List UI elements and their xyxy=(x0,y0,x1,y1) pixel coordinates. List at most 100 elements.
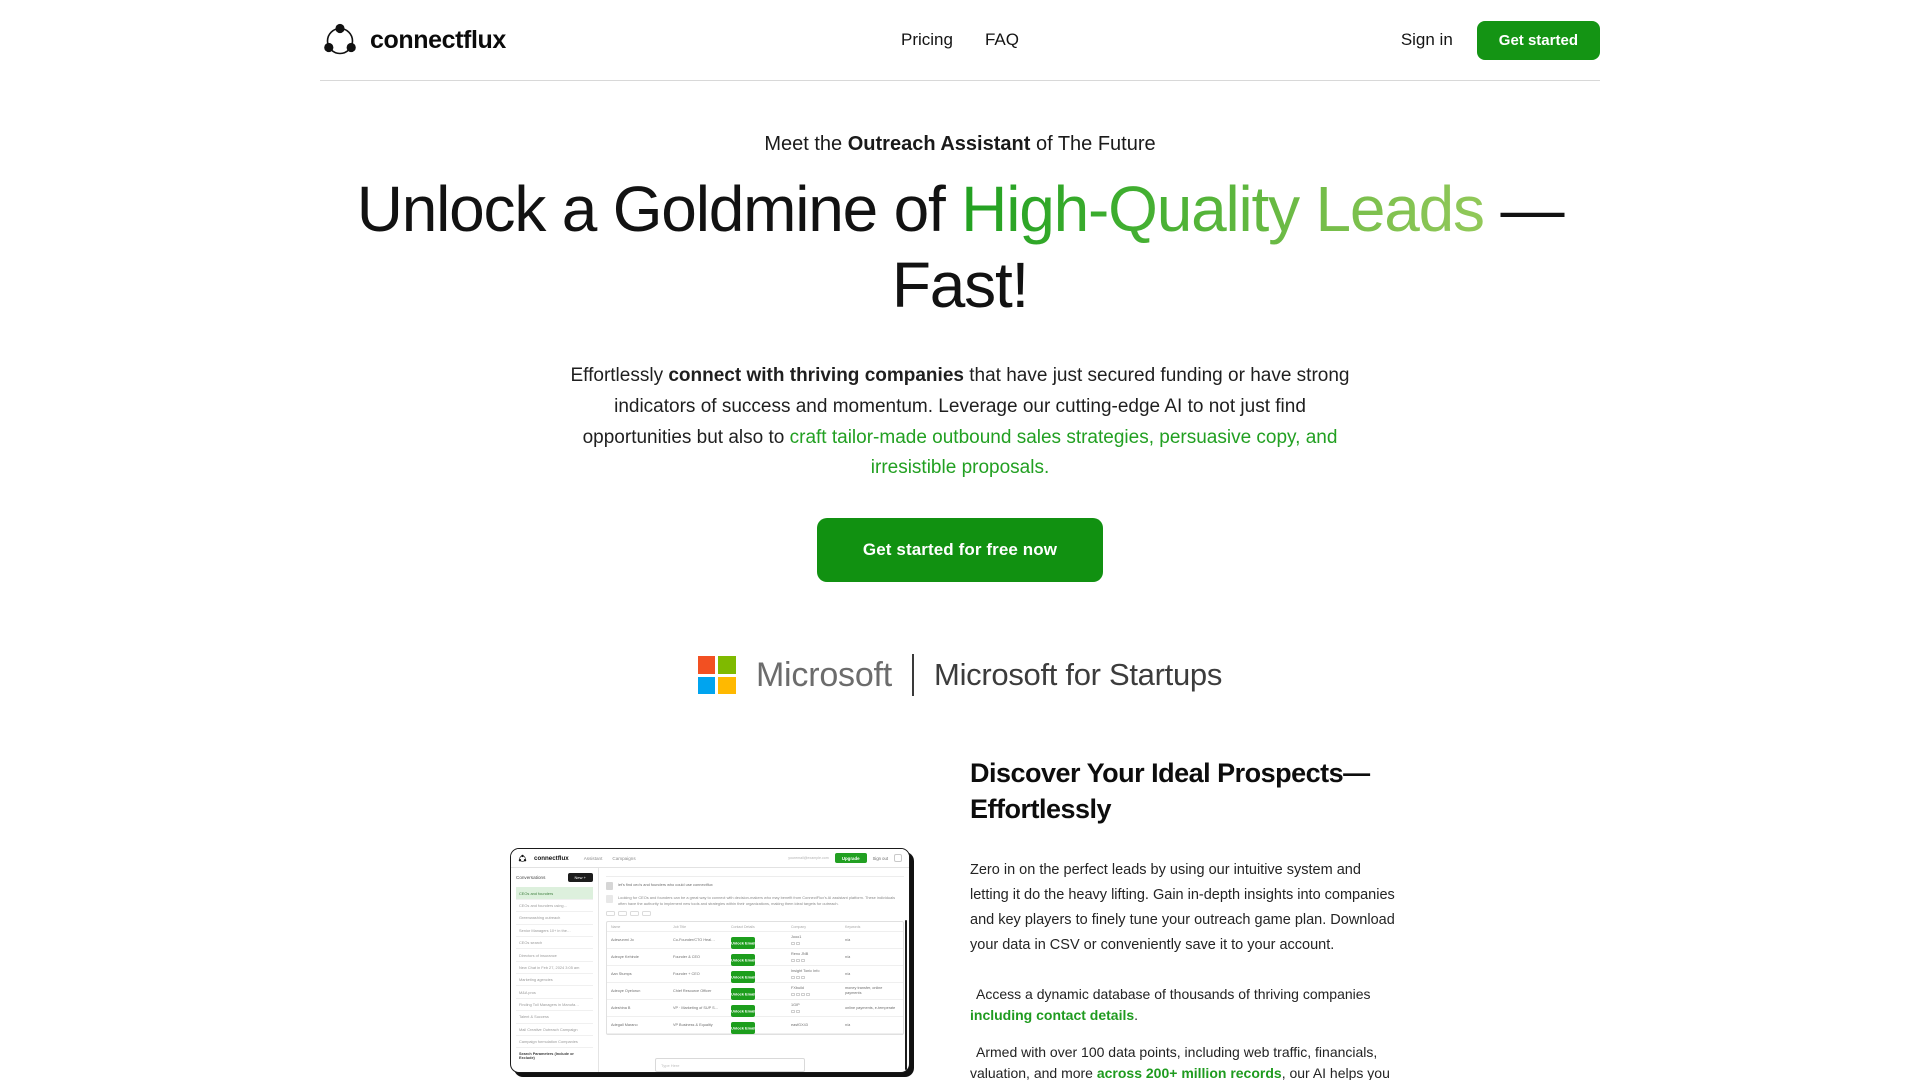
phone-icon[interactable] xyxy=(791,992,795,997)
nav-link-pricing[interactable]: Pricing xyxy=(901,30,953,50)
social-icons xyxy=(791,992,845,997)
get-started-free-button[interactable]: Get started for free now xyxy=(816,518,1104,583)
list-item[interactable]: Senior Managers 10+ in the… xyxy=(516,925,593,937)
cell-name: Adewunmi Jo xyxy=(611,937,634,942)
hero-eyebrow-bold: Outreach Assistant xyxy=(847,133,1031,155)
mockup-header: connectflux Assistant Campaigns youremai… xyxy=(511,849,909,869)
globe-icon[interactable] xyxy=(801,992,805,997)
filter-pill[interactable] xyxy=(606,911,615,917)
cell-company: FXbuild xyxy=(791,986,845,997)
table-row: Aan Stumps Founder + CEO Unlock Email In… xyxy=(607,965,903,984)
feature-list: Access a dynamic database of thousands o… xyxy=(970,984,1400,1080)
mockup-filter-pills xyxy=(606,911,904,917)
mockup-search-parameters-label[interactable]: Search Parameters (Include or Exclude) xyxy=(516,1052,593,1060)
hero-section: Meet the Outreach Assistant of The Futur… xyxy=(320,81,1600,697)
cell-company-text: Insight Tonic Info xyxy=(791,969,820,974)
app-mockup: connectflux Assistant Campaigns youremai… xyxy=(510,848,910,1074)
mockup-search-input[interactable] xyxy=(606,872,904,878)
mockup-sidebar-title: Conversations xyxy=(516,875,546,881)
filter-pill[interactable] xyxy=(630,911,639,917)
phone-icon[interactable] xyxy=(791,1009,795,1014)
cell-contact: Unlock Email xyxy=(731,965,791,983)
linkedin-icon[interactable] xyxy=(796,941,800,946)
unlock-email-button[interactable]: Unlock Email xyxy=(731,1022,756,1034)
linkedin-icon[interactable] xyxy=(796,992,800,997)
phone-icon[interactable] xyxy=(791,958,795,963)
linkedin-icon[interactable] xyxy=(796,1009,800,1014)
list-item[interactable]: Finding Toll Managers in Manufa… xyxy=(516,999,593,1012)
mockup-avatar[interactable] xyxy=(894,854,902,863)
mail-icon[interactable] xyxy=(806,992,810,997)
phone-icon[interactable] xyxy=(791,941,795,946)
cell-job-title: Founder & CEO xyxy=(673,954,701,959)
hero-eyebrow-pre: Meet the xyxy=(764,133,848,155)
mockup-signout-link[interactable]: Sign out xyxy=(873,856,888,861)
hero-headline: Unlock a Goldmine of High-Quality Leads … xyxy=(320,172,1600,323)
mockup-nav-assistant[interactable]: Assistant xyxy=(584,856,603,861)
list-item[interactable]: Marketing agencies xyxy=(516,974,593,987)
cell-contact: Unlock Email xyxy=(731,999,791,1017)
mockup-new-conversation-button[interactable]: New + xyxy=(567,873,593,883)
unlock-email-button[interactable]: Unlock Email xyxy=(731,988,756,1000)
mockup-body: Conversations New + CEOs and founders CE… xyxy=(511,868,909,1073)
hero-cta-wrap: Get started for free now xyxy=(320,518,1600,583)
list-item[interactable]: Campaign formulation Companies xyxy=(516,1036,593,1049)
unlock-email-button[interactable]: Unlock Email xyxy=(731,971,756,983)
list-item[interactable]: CEOs and founders xyxy=(516,887,593,900)
microsoft-for-startups-label: Microsoft for Startups xyxy=(934,657,1223,693)
cell-contact: Unlock Email xyxy=(731,931,791,949)
brand-logo[interactable]: connectflux xyxy=(320,20,506,60)
user-avatar-icon xyxy=(606,882,613,891)
mockup-nav: Assistant Campaigns xyxy=(584,856,636,861)
list-item[interactable]: Talent & Success xyxy=(516,1011,593,1024)
scrollbar[interactable] xyxy=(904,920,907,1071)
column-header-job-title: Job Title xyxy=(673,924,687,929)
cell-company-text: easfGX43 xyxy=(791,1022,808,1027)
feature-item-1-text2: . xyxy=(1134,1006,1139,1023)
cell-company: Insight Tonic Info xyxy=(791,969,845,980)
feature-item-2-bold: across 200+ million records xyxy=(1096,1064,1282,1080)
list-item[interactable]: M&A pros xyxy=(516,986,593,999)
unlock-email-button[interactable]: Unlock Email xyxy=(731,954,756,966)
filter-pill[interactable] xyxy=(642,911,651,917)
mockup-chat-placeholder: Type Here xyxy=(661,1062,680,1068)
nav-link-faq[interactable]: FAQ xyxy=(985,30,1019,50)
cell-keywords: n/a xyxy=(845,954,851,959)
list-item[interactable]: Directors of insurance xyxy=(516,949,593,962)
cell-company-text: 1GIP xyxy=(791,1003,800,1008)
cell-name: Adeoye Kehinde xyxy=(611,954,639,959)
filter-pill[interactable] xyxy=(618,911,627,917)
mockup-nav-campaigns[interactable]: Campaigns xyxy=(612,856,635,861)
globe-icon[interactable] xyxy=(801,975,805,980)
list-item[interactable]: CEOs search xyxy=(516,937,593,950)
social-icons xyxy=(791,941,845,946)
get-started-button[interactable]: Get started xyxy=(1476,20,1600,60)
list-item[interactable]: New Chat in Feb 27, 2024 3:05 am xyxy=(516,962,593,975)
list-item: Access a dynamic database of thousands o… xyxy=(970,984,1400,1026)
cell-contact: Unlock Email xyxy=(731,1016,791,1034)
nav-links: Pricing FAQ xyxy=(901,30,1019,50)
hero-sub-bold: connect with thriving companies xyxy=(668,365,964,387)
linkedin-icon[interactable] xyxy=(796,975,800,980)
list-item[interactable]: Mail Creative Outreach Campaign xyxy=(516,1024,593,1036)
list-item[interactable]: CEOs and founders using… xyxy=(516,900,593,913)
mockup-logo-icon xyxy=(518,854,527,862)
linkedin-icon[interactable] xyxy=(796,958,800,963)
column-header-company: Company xyxy=(791,924,806,929)
feature-body: Zero in on the perfect leads by using ou… xyxy=(970,861,1395,953)
mockup-brand: connectflux xyxy=(534,854,569,862)
unlock-email-button[interactable]: Unlock Email xyxy=(731,1005,756,1017)
column-header-name: Name xyxy=(611,924,621,929)
feature-item-1-bold: including contact details xyxy=(970,1006,1135,1023)
mockup-upgrade-button[interactable]: Upgrade xyxy=(834,853,867,864)
phone-icon[interactable] xyxy=(791,975,795,980)
cell-job-title: Chief Resource Officer xyxy=(673,988,712,993)
list-item[interactable]: Greenwashing outreach xyxy=(516,912,593,925)
unlock-email-button[interactable]: Unlock Email xyxy=(731,937,756,949)
table-row: Adewunmi Jo Co-Founder/CTO Heal… Unlock … xyxy=(607,931,903,950)
globe-icon[interactable] xyxy=(801,958,805,963)
feature-copy: Discover Your Ideal Prospects—Effortless… xyxy=(970,756,1400,1080)
mockup-chat-input[interactable]: Type Here xyxy=(655,1058,805,1073)
sign-in-link[interactable]: Sign in xyxy=(1401,30,1453,50)
column-header-keywords: Keywords xyxy=(845,924,861,929)
